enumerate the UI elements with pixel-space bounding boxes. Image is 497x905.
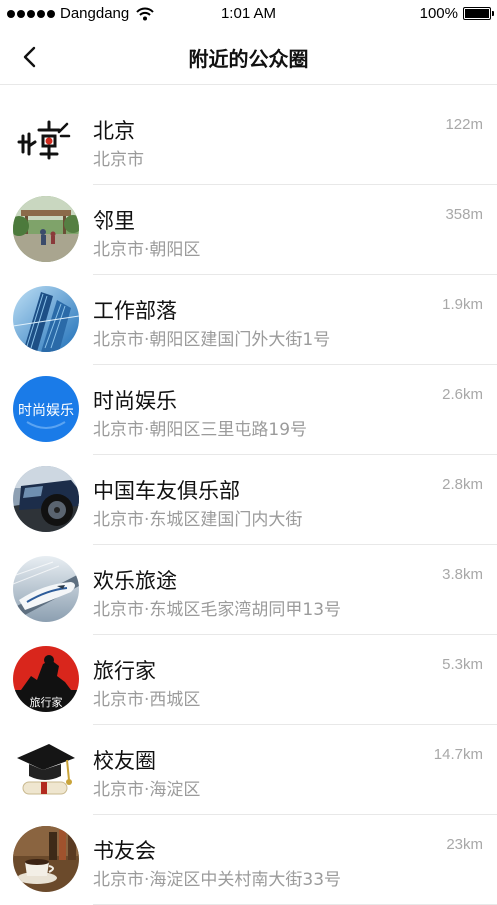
circle-address: 北京市·东城区毛家湾胡同甲13号	[93, 600, 342, 620]
circle-name: 校友圈	[93, 749, 156, 773]
page-title: 附近的公众圈	[188, 47, 309, 71]
status-right: 100%	[419, 5, 494, 22]
circle-distance: 14.7km	[433, 746, 483, 763]
list-item[interactable]: 书友会 北京市·海淀区中关村南大街33号 23km	[0, 815, 497, 905]
avatar	[13, 106, 79, 172]
circle-address: 北京市·朝阳区三里屯路19号	[93, 420, 308, 440]
list-item[interactable]: 中国车友俱乐部 北京市·东城区建国门内大街 2.8km	[0, 455, 497, 545]
avatar	[13, 196, 79, 262]
beijing-logo-icon	[13, 106, 79, 172]
circle-address: 北京市·朝阳区	[93, 240, 201, 260]
circle-address: 北京市·西城区	[93, 690, 201, 710]
circle-name: 中国车友俱乐部	[93, 479, 240, 503]
circle-address: 北京市·海淀区中关村南大街33号	[93, 870, 342, 890]
battery-icon	[463, 7, 494, 20]
neighborhood-photo-icon	[13, 196, 79, 262]
list-item[interactable]: 工作部落 北京市·朝阳区建国门外大街1号 1.9km	[0, 275, 497, 365]
circle-distance: 5.3km	[442, 656, 483, 673]
status-bar: Dangdang 1:01 AM 100%	[0, 0, 497, 30]
list-item[interactable]: 时尚娱乐 时尚娱乐 北京市·朝阳区三里屯路19号 2.6km	[0, 365, 497, 455]
circle-address: 北京市	[93, 150, 144, 170]
circle-name: 时尚娱乐	[93, 389, 177, 413]
traveler-logo-icon: 旅行家	[13, 646, 79, 712]
car-photo-icon	[13, 466, 79, 532]
avatar	[13, 556, 79, 622]
train-photo-icon	[13, 556, 79, 622]
circle-distance: 358m	[445, 206, 483, 223]
circle-distance: 23km	[446, 836, 483, 853]
circle-name: 邻里	[93, 209, 135, 233]
avatar	[13, 736, 79, 802]
battery-percentage: 100%	[419, 5, 458, 22]
books-coffee-photo-icon	[13, 826, 79, 892]
graduation-cap-photo-icon	[13, 736, 79, 802]
circle-name: 北京	[93, 119, 135, 143]
avatar	[13, 286, 79, 352]
navigation-bar: 附近的公众圈	[0, 30, 497, 85]
circle-distance: 3.8km	[442, 566, 483, 583]
circle-name: 欢乐旅途	[93, 569, 177, 593]
avatar	[13, 826, 79, 892]
circle-distance: 1.9km	[442, 296, 483, 313]
circle-list: 北京 北京市 122m 邻里 北京市·朝阳区 358m 工作部落 北京市·朝阳区…	[0, 95, 497, 905]
circle-distance: 2.6km	[442, 386, 483, 403]
circle-name: 工作部落	[93, 299, 177, 323]
list-item[interactable]: 邻里 北京市·朝阳区 358m	[0, 185, 497, 275]
avatar: 时尚娱乐	[13, 376, 79, 442]
circle-address: 北京市·东城区建国门内大街	[93, 510, 303, 530]
circle-address: 北京市·朝阳区建国门外大街1号	[93, 330, 331, 350]
avatar: 旅行家	[13, 646, 79, 712]
circle-address: 北京市·海淀区	[93, 780, 201, 800]
avatar-logo-text: 旅行家	[30, 695, 63, 709]
circle-distance: 122m	[445, 116, 483, 133]
circle-distance: 2.8km	[442, 476, 483, 493]
list-item[interactable]: 北京 北京市 122m	[0, 95, 497, 185]
list-item[interactable]: 旅行家 旅行家 北京市·西城区 5.3km	[0, 635, 497, 725]
fashion-entertainment-logo-icon: 时尚娱乐	[13, 376, 79, 442]
circle-name: 书友会	[93, 839, 156, 863]
list-item[interactable]: 欢乐旅途 北京市·东城区毛家湾胡同甲13号 3.8km	[0, 545, 497, 635]
avatar	[13, 466, 79, 532]
avatar-logo-text: 时尚娱乐	[18, 403, 74, 419]
office-building-photo-icon	[13, 286, 79, 352]
circle-name: 旅行家	[93, 659, 156, 683]
list-item[interactable]: 校友圈 北京市·海淀区 14.7km	[0, 725, 497, 815]
